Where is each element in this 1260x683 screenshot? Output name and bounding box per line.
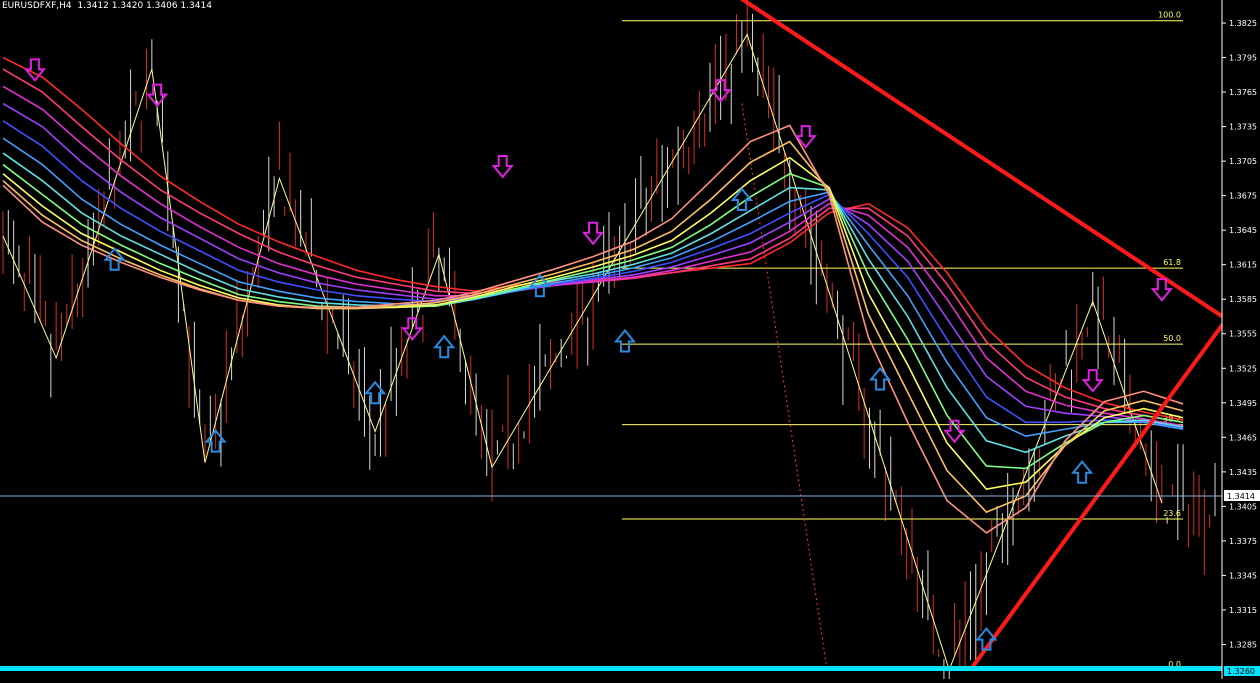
axis-tick-label: 1.3645	[1229, 226, 1257, 235]
symbol-label: EURUSDFXF,H4	[2, 1, 72, 11]
zigzag-line	[2, 33, 1163, 672]
axis-tick-label: 1.3555	[1229, 330, 1257, 339]
ohlc-readout: 1.3412 1.3420 1.3406 1.3414	[77, 1, 212, 11]
axis-tick-label: 1.3795	[1229, 54, 1257, 63]
fib-label: 100.0	[1158, 11, 1181, 20]
axis-tick-label: 1.3495	[1229, 399, 1257, 408]
axis-tick-label: 1.3705	[1229, 157, 1257, 166]
axis-tick-label: 1.3615	[1229, 261, 1257, 270]
axis-tick-label: 1.3285	[1229, 640, 1257, 649]
signal-up-arrow-icon	[868, 366, 892, 391]
current-price-label: 1.3414	[1227, 492, 1255, 501]
axis-tick-label: 1.3345	[1229, 571, 1257, 580]
signal-down-arrow-icon	[581, 221, 605, 246]
axis-tick-label: 1.3675	[1229, 192, 1257, 201]
axis-tick-label: 1.3435	[1229, 468, 1257, 477]
price-chart[interactable]: EURUSDFXF,H4 1.3412 1.3420 1.3406 1.3414…	[0, 0, 1260, 683]
fib-label: 23.6	[1163, 509, 1181, 518]
axis-tick-label: 1.3315	[1229, 606, 1257, 615]
bottom-price-label: 1.3260	[1227, 667, 1255, 676]
chart-canvas[interactable]: 100.061.850.038.223.60.01.38251.37951.37…	[0, 0, 1260, 683]
axis-tick-label: 1.3765	[1229, 88, 1257, 97]
signal-up-arrow-icon	[1070, 460, 1094, 484]
fib-label: 50.0	[1163, 334, 1181, 343]
axis-tick-label: 1.3735	[1229, 123, 1257, 132]
chart-title: EURUSDFXF,H4 1.3412 1.3420 1.3406 1.3414	[2, 1, 212, 11]
signal-down-arrow-icon	[491, 155, 514, 179]
fib-label: 61.8	[1163, 258, 1181, 267]
trendline[interactable]	[968, 0, 1260, 671]
ma-line	[2, 68, 1184, 424]
axis-tick-label: 1.3525	[1229, 364, 1257, 373]
bottom-band	[0, 666, 1222, 671]
axis-tick-label: 1.3375	[1229, 537, 1257, 546]
axis-tick-label: 1.3585	[1229, 295, 1257, 304]
ma-line	[2, 56, 1184, 421]
axis-tick-label: 1.3465	[1229, 433, 1257, 442]
signal-up-arrow-icon	[613, 328, 637, 353]
axis-tick-label: 1.3405	[1229, 502, 1257, 511]
signal-up-arrow-icon	[433, 334, 456, 359]
axis-tick-label: 1.3825	[1229, 19, 1257, 28]
signal-up-arrow-icon	[363, 380, 387, 405]
signal-down-arrow-icon	[1081, 369, 1104, 393]
